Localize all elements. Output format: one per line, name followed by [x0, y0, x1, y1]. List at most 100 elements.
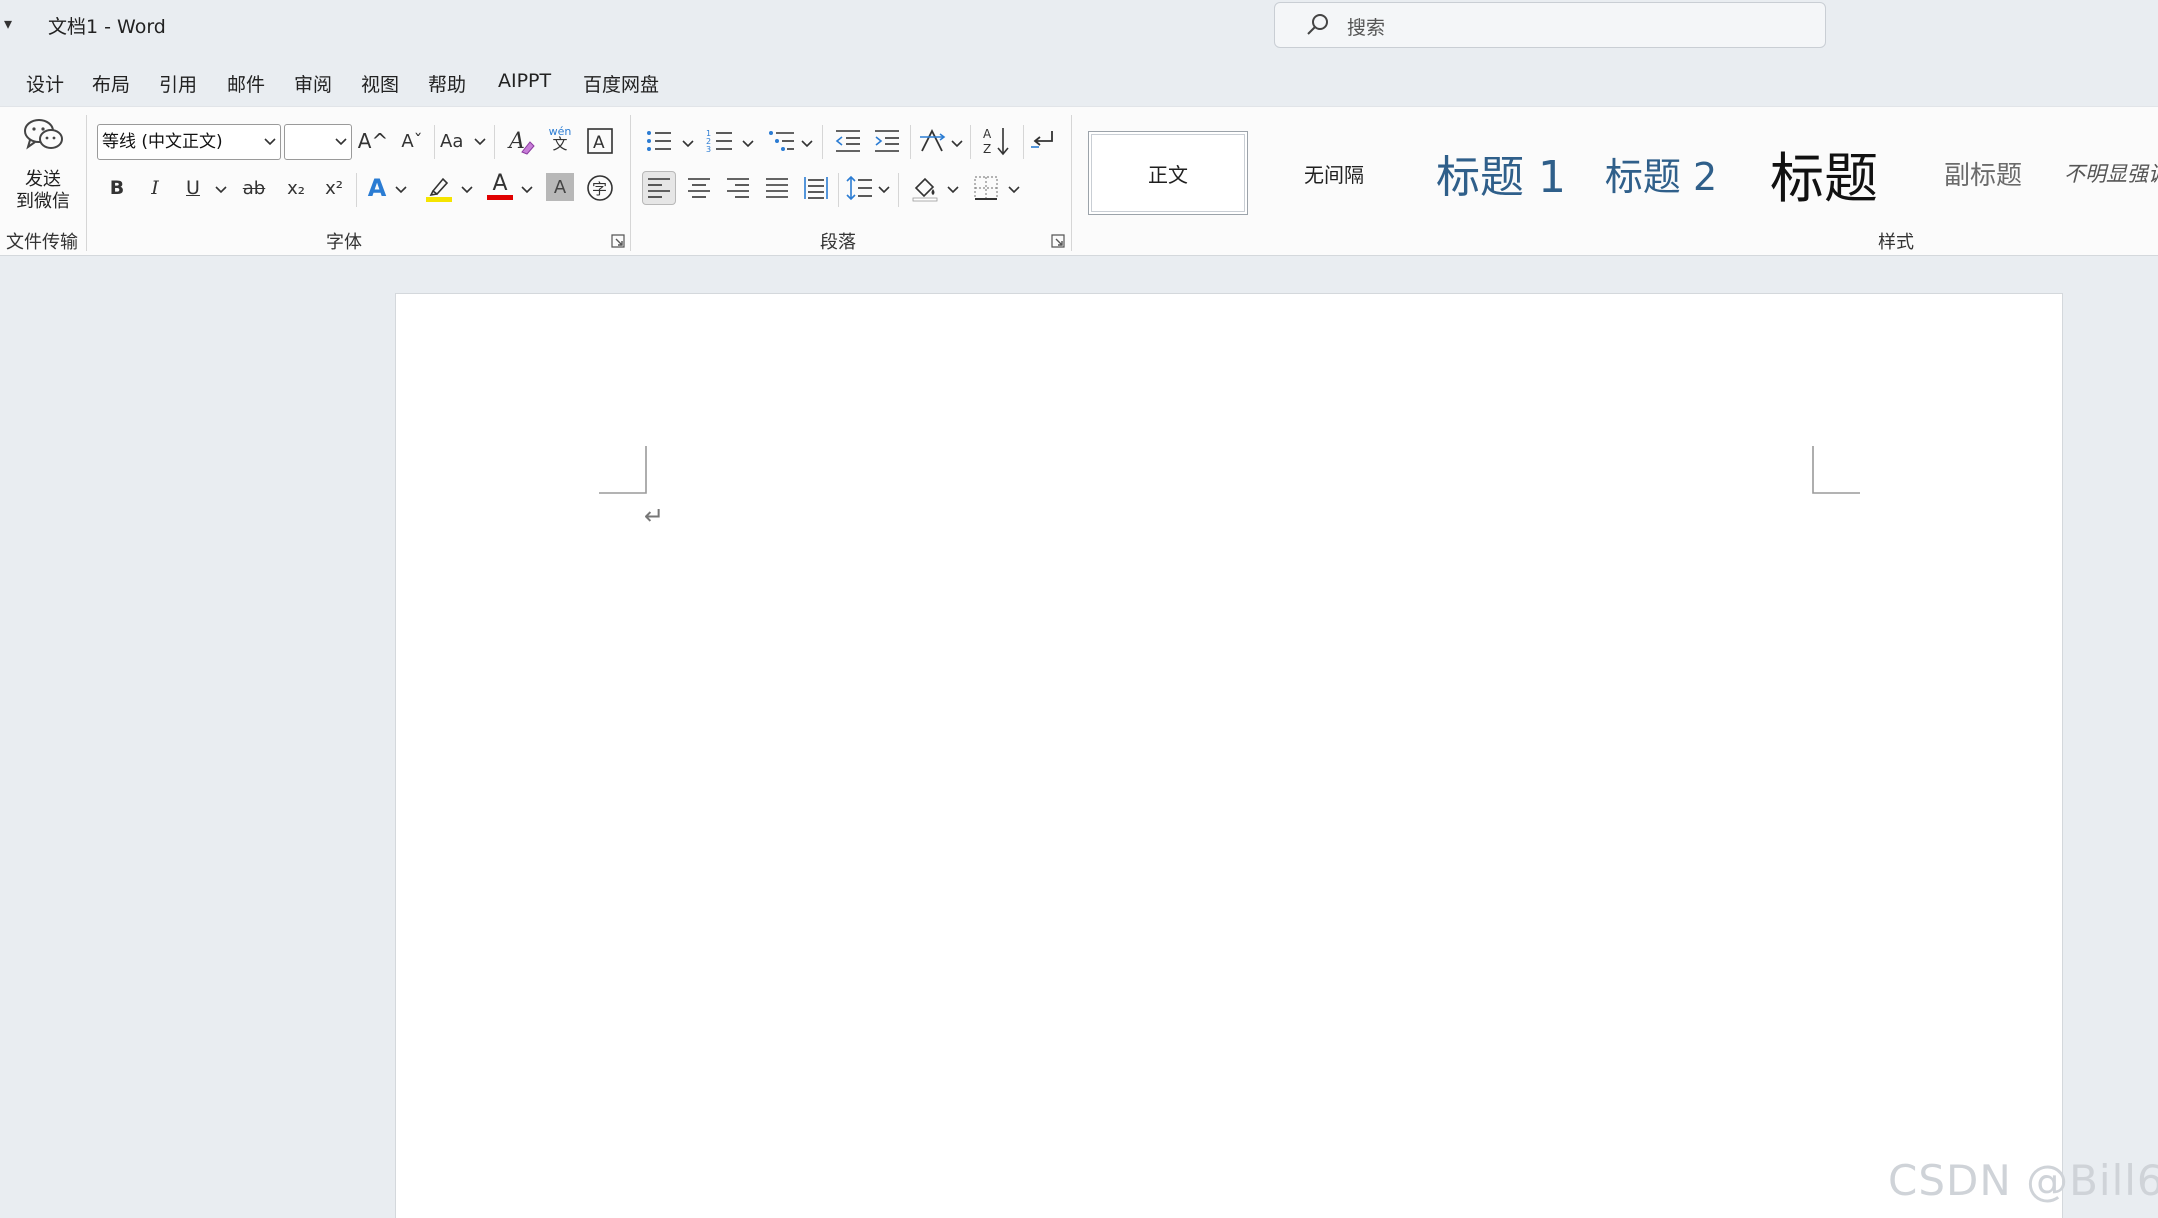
group-label-file-transfer: 文件传输 [6, 232, 78, 253]
chevron-down-icon[interactable] [474, 137, 486, 147]
group-label-styles: 样式 [1878, 232, 1914, 253]
strikethrough-button[interactable]: ab [237, 171, 271, 205]
chevron-down-icon[interactable] [521, 185, 533, 195]
align-left-icon [648, 178, 670, 198]
send-to-wechat-button[interactable]: 发送 到微信 [8, 117, 78, 225]
tab-mailings[interactable]: 邮件 [227, 70, 265, 97]
enclose-characters-icon: 字 [587, 175, 613, 201]
align-center-button[interactable] [682, 171, 716, 205]
chevron-down-icon[interactable] [742, 139, 754, 149]
character-shading-icon: A [553, 176, 567, 198]
underline-icon: U [186, 177, 200, 199]
italic-button[interactable]: I [138, 171, 172, 205]
enclose-characters-button[interactable]: 字 [583, 171, 617, 205]
chevron-down-icon[interactable] [801, 139, 813, 149]
chinese-layout-button[interactable] [915, 124, 949, 158]
tab-layout[interactable]: 布局 [92, 70, 130, 97]
multilevel-list-button[interactable] [765, 124, 799, 158]
tab-aippt[interactable]: AIPPT [498, 70, 551, 92]
chevron-down-icon[interactable] [878, 185, 890, 195]
shrink-font-button[interactable]: Aˇ [395, 124, 429, 158]
borders-icon [974, 176, 998, 200]
distributed-icon [804, 177, 828, 199]
chevron-down-icon[interactable] [1008, 185, 1020, 195]
subscript-button[interactable]: x₂ [279, 171, 313, 205]
style-heading-2[interactable]: 标题 2 [1586, 131, 1736, 215]
tab-view[interactable]: 视图 [361, 70, 399, 97]
chevron-down-icon[interactable] [461, 185, 473, 195]
search-input[interactable]: 搜索 [1274, 2, 1826, 48]
paragraph-dialog-launcher-icon[interactable] [1051, 234, 1065, 248]
chevron-down-icon[interactable] [215, 185, 227, 195]
show-paragraph-marks-button[interactable] [1025, 124, 1059, 158]
change-case-icon: Aa [440, 130, 464, 152]
chinese-layout-icon [920, 128, 946, 152]
character-border-icon: A [587, 128, 613, 154]
font-color-icon: A [492, 170, 508, 196]
style-normal-label: 正文 [1148, 162, 1188, 187]
sort-button[interactable]: AZ [980, 124, 1014, 158]
line-spacing-icon [846, 175, 872, 201]
tab-help[interactable]: 帮助 [428, 70, 466, 97]
numbered-list-icon: 123 [706, 129, 732, 154]
character-border-button[interactable]: A [583, 124, 617, 158]
style-title[interactable]: 标题 [1742, 131, 1906, 215]
decrease-indent-button[interactable] [831, 124, 865, 158]
clear-formatting-icon: A [507, 129, 535, 155]
svg-text:A: A [593, 133, 605, 153]
bullets-button[interactable] [642, 124, 676, 158]
align-left-button[interactable] [642, 171, 676, 205]
document-title: 文档1 - Word [48, 16, 166, 38]
watermark: CSDN @Bill66 [1888, 1156, 2158, 1205]
font-name-combobox[interactable]: 等线 (中文正文) [97, 124, 281, 160]
paragraph-mark: ↵ [644, 502, 665, 530]
margin-corner-top-left [599, 446, 647, 494]
shrink-font-icon: Aˇ [401, 130, 423, 152]
phonetic-guide-button[interactable]: wén 文 [543, 121, 577, 155]
bullet-list-icon [647, 131, 671, 151]
bold-button[interactable]: B [100, 171, 134, 205]
document-page[interactable]: ↵ [395, 293, 2063, 1218]
tab-baidu-netdisk[interactable]: 百度网盘 [583, 70, 659, 97]
chevron-down-icon[interactable] [951, 139, 963, 149]
clear-formatting-button[interactable]: A [504, 124, 538, 158]
tab-references[interactable]: 引用 [159, 70, 197, 97]
font-size-combobox[interactable] [284, 124, 352, 160]
style-no-spacing-label: 无间隔 [1304, 162, 1364, 187]
borders-button[interactable] [969, 171, 1003, 205]
highlight-color-button[interactable] [422, 171, 456, 205]
numbering-button[interactable]: 123 [703, 124, 737, 158]
distributed-button[interactable] [799, 171, 833, 205]
sort-icon: AZ [983, 127, 1009, 156]
toolbar-separator [838, 173, 839, 207]
text-effects-button[interactable]: A [360, 171, 394, 205]
chevron-down-icon[interactable] [682, 139, 694, 149]
increase-indent-button[interactable] [870, 124, 904, 158]
justify-button[interactable] [760, 171, 794, 205]
style-normal[interactable]: 正文 [1088, 131, 1248, 215]
font-color-button[interactable]: A [483, 169, 517, 203]
grow-font-button[interactable]: A^ [356, 124, 390, 158]
font-dialog-launcher-icon[interactable] [611, 234, 625, 248]
style-subtitle[interactable]: 副标题 [1910, 131, 2056, 215]
ribbon-tabs: 设计 布局 引用 邮件 审阅 视图 帮助 AIPPT 百度网盘 [0, 64, 2158, 104]
style-subtle-emphasis[interactable]: 不明显强调 [2064, 131, 2158, 215]
tab-review[interactable]: 审阅 [294, 70, 332, 97]
highlighter-icon [426, 177, 452, 202]
toolbar-separator [356, 173, 357, 207]
shading-button[interactable] [908, 171, 942, 205]
character-shading-button[interactable]: A [546, 173, 574, 201]
superscript-button[interactable]: x² [317, 171, 351, 205]
align-right-button[interactable] [721, 171, 755, 205]
tab-design[interactable]: 设计 [26, 70, 64, 97]
chevron-down-icon[interactable] [947, 185, 959, 195]
underline-button[interactable]: U [176, 171, 210, 205]
toolbar-separator [910, 125, 911, 159]
style-no-spacing[interactable]: 无间隔 [1254, 131, 1414, 215]
quick-access-dropdown[interactable]: ▾ [0, 14, 16, 33]
line-spacing-button[interactable] [842, 171, 876, 205]
phonetic-guide-char: 文 [552, 135, 568, 153]
style-heading-1[interactable]: 标题 1 [1420, 131, 1582, 215]
chevron-down-icon[interactable] [395, 185, 407, 195]
font-name-value: 等线 (中文正文) [102, 132, 223, 152]
